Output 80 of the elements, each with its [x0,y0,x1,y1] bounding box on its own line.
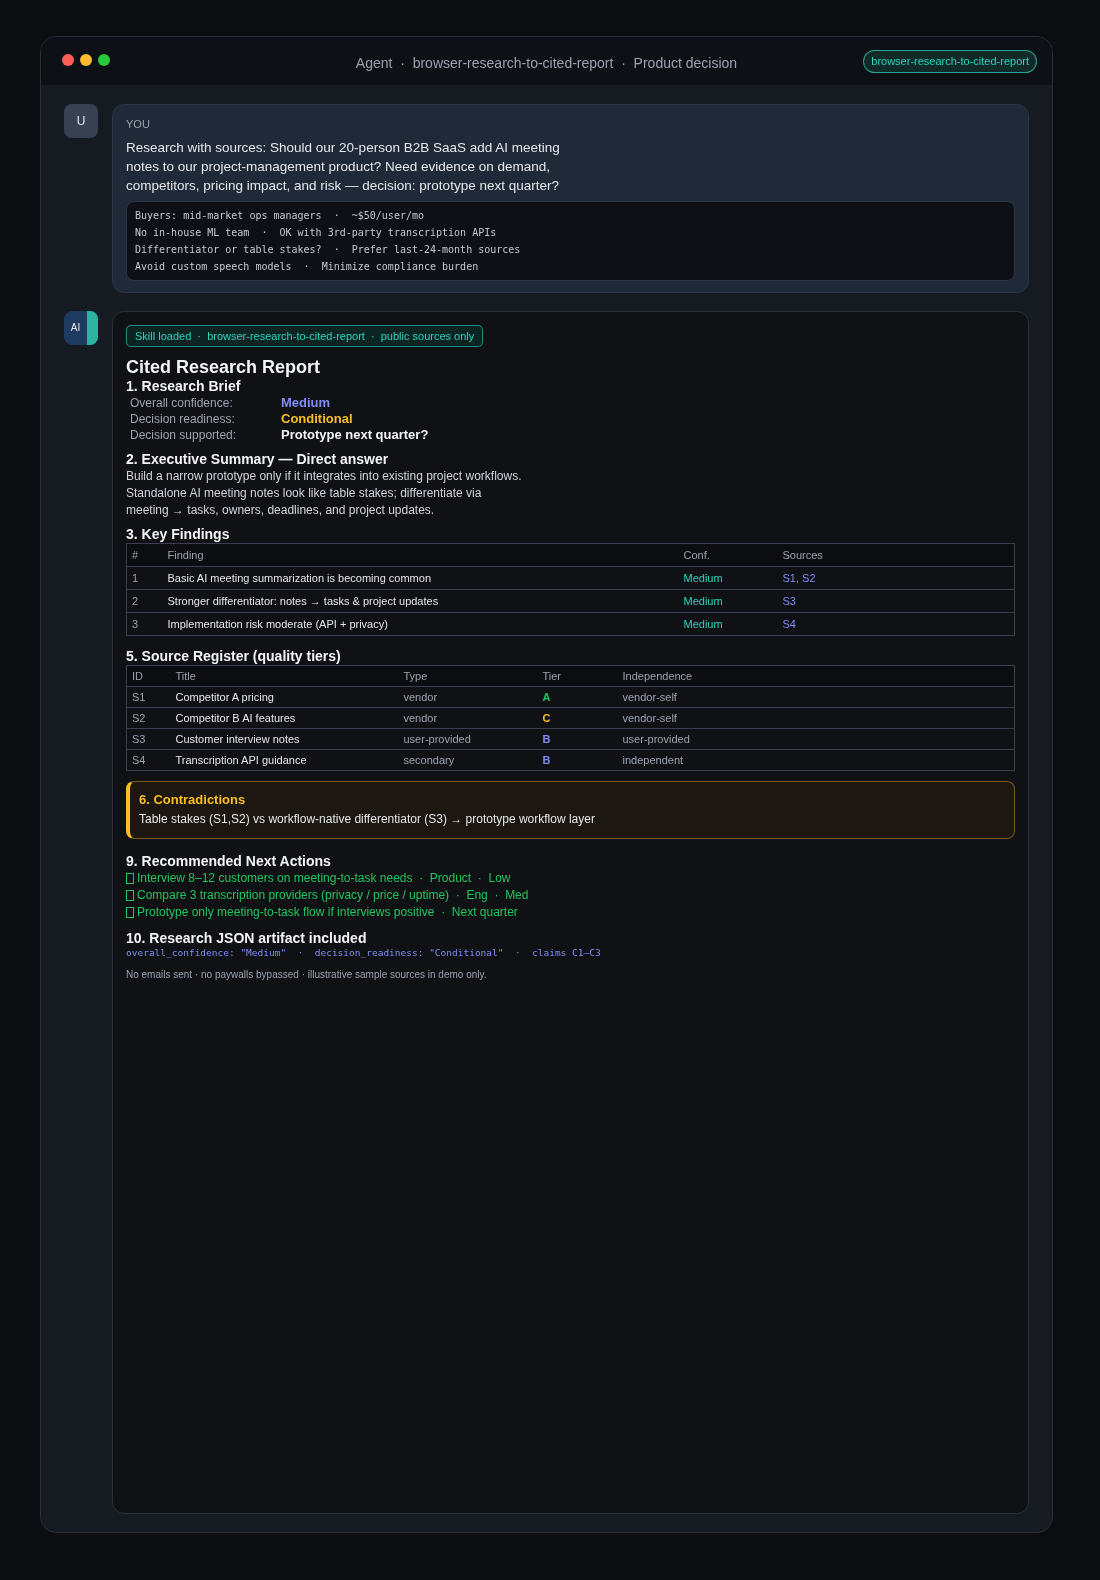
box-icon [126,907,134,918]
table-cell: Medium [678,589,778,613]
table-cell: Medium [678,612,778,636]
table-cell: S3 [777,589,1015,613]
action-item: Interview 8–12 customers on meeting-to-task needs · Product · Low [137,870,511,887]
avatar-initials: AI [70,321,81,335]
table-cell: S3 [126,728,171,750]
table-cell: Stronger differentiator: notes → tasks & project updates [162,589,679,613]
table-cell: Competitor A pricing [170,686,399,708]
status-stripe [87,310,98,345]
user-message: Research with sources: Should our 20-person B2B SaaS add AI meeting notes to our project-management product? Need evidence on demand, competitors, pricing impact, and risk — decision: prototype next quarter? [126,138,561,195]
field-label: Decision supported: [130,427,238,443]
table-cell: vendor-self [617,707,1015,729]
table-cell: 1 [126,566,163,590]
table-cell: user-provided [617,728,1015,750]
callout-text: Table stakes (S1,S2) vs workflow-native differentiator (S3) → prototype workflow layer [139,811,596,828]
column-header: Type [398,665,538,687]
table-cell: 2 [126,589,163,613]
table-cell: Competitor B AI features [170,707,399,729]
column-header: Conf. [678,543,778,567]
table-cell: 3 [126,612,163,636]
section-heading: 1. Research Brief [126,378,242,395]
column-header: Title [170,665,399,687]
action-item: Compare 3 transcription providers (privacy / price / uptime) · Eng · Med [137,887,529,904]
table-cell: S1 [126,686,171,708]
table-cell: vendor [398,686,538,708]
constraint-line: Differentiator or table stakes? · Prefer last-24-month sources [135,242,522,257]
section-heading: 3. Key Findings [126,526,231,543]
table-cell: Basic AI meeting summarization is becoming common [162,566,679,590]
action-item: Prototype only meeting-to-task flow if interviews positive · Next quarter [137,904,518,921]
sender-label: YOU [126,117,151,132]
skill-badge: browser-research-to-cited-report [863,50,1037,73]
table-cell: vendor [398,707,538,729]
user-avatar: U [64,104,98,138]
column-header: ID [126,665,171,687]
box-icon [126,873,134,884]
table-cell: S2 [126,707,171,729]
table-cell: Customer interview notes [170,728,399,750]
window-title: Agent · browser-research-to-cited-report · Product decision [355,53,738,73]
column-header: Finding [162,543,679,567]
skill-loaded-badge: Skill loaded · browser-research-to-cited-report · public sources only [126,324,484,347]
table-cell: S4 [126,749,171,771]
constraint-line: No in-house ML team · OK with 3rd-party transcription APIs [135,225,498,240]
table-cell: user-provided [398,728,538,750]
table-cell: Medium [678,566,778,590]
tier-letter: C [542,711,551,724]
maximize-button[interactable] [98,54,110,66]
column-header: Sources [777,543,1015,567]
table-cell: Implementation risk moderate (API + privacy) [162,612,679,636]
tier-letter: B [542,753,551,766]
field-value: Prototype next quarter? [281,427,430,443]
report-title: Cited Research Report [126,356,322,378]
field-value: Conditional [281,411,354,427]
section-heading: 2. Executive Summary — Direct answer [126,451,390,468]
column-header: Independence [617,665,1015,687]
field-label: Overall confidence: [130,395,234,411]
json-snippet: overall_confidence: "Medium" · decision_readiness: "Conditional" · claims C1–C3 [126,947,602,959]
column-header: Tier [537,665,618,687]
table-cell: secondary [398,749,538,771]
constraint-line: Buyers: mid-market ops managers · ~$50/user/mo [135,208,425,223]
summary-paragraph: Build a narrow prototype only if it integrates into existing project workflows. Standalone AI meeting notes look like table stakes; differentiate via meeting → tasks, owners, deadlines, and project updates. [126,468,523,519]
table-cell: Transcription API guidance [170,749,399,771]
constraint-line: Avoid custom speech models · Minimize compliance burden [135,259,480,274]
close-button[interactable] [62,54,74,66]
footer-note: No emails sent · no paywalls bypassed · illustrative sample sources in demo only. [126,968,488,982]
box-icon [126,890,134,901]
callout-heading: 6. Contradictions [139,791,247,808]
column-header: # [126,543,163,567]
table-cell: S4 [777,612,1015,636]
section-heading: 5. Source Register (quality tiers) [126,648,342,665]
field-value: Medium [281,395,332,411]
minimize-button[interactable] [80,54,92,66]
table-cell: independent [617,749,1015,771]
tier-letter: A [542,690,551,703]
section-heading: 10. Research JSON artifact included [126,930,368,947]
tier-letter: B [542,732,551,745]
section-heading: 9. Recommended Next Actions [126,853,332,870]
table-cell: S1, S2 [777,566,1015,590]
field-label: Decision readiness: [130,411,236,427]
table-cell: vendor-self [617,686,1015,708]
